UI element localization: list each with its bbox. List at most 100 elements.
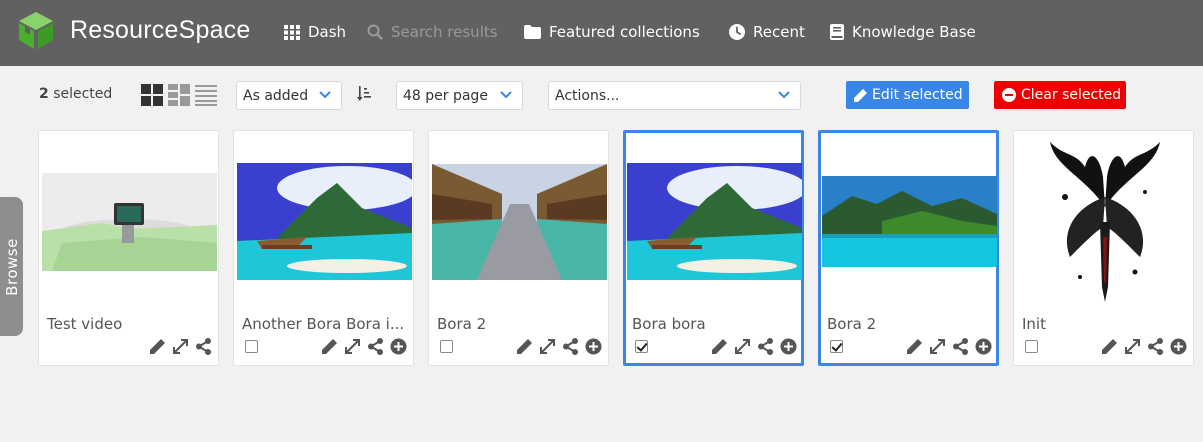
nav-search-results: Search results — [367, 22, 498, 42]
edit-icon[interactable] — [516, 338, 533, 355]
resourcespace-logo-icon[interactable] — [17, 12, 55, 49]
bora-jetty-thumbnail-image — [432, 163, 607, 280]
share-icon[interactable] — [1147, 338, 1164, 355]
resource-actions — [149, 338, 212, 355]
add-to-collection-icon[interactable] — [975, 338, 992, 355]
edit-icon[interactable] — [906, 338, 923, 355]
expand-icon[interactable] — [539, 338, 556, 355]
top-header: ResourceSpace Dash Search results Featur… — [0, 0, 1203, 66]
resource-card[interactable]: Bora bora — [623, 130, 804, 366]
browse-tab-label: Browse — [2, 237, 21, 296]
resource-actions — [711, 338, 797, 355]
folder-icon — [524, 25, 541, 39]
edit-icon[interactable] — [711, 338, 728, 355]
clear-selected-button[interactable]: Clear selected — [994, 81, 1126, 109]
resource-card[interactable]: Another Bora Bora i... — [233, 130, 414, 366]
add-to-collection-icon[interactable] — [780, 338, 797, 355]
nav-search-results-label: Search results — [391, 23, 498, 41]
nav-recent-label: Recent — [753, 23, 805, 41]
resource-actions — [516, 338, 602, 355]
sort-order-select[interactable]: As added — [236, 81, 342, 110]
edit-icon[interactable] — [321, 338, 338, 355]
per-page-select[interactable]: 48 per page — [396, 81, 523, 110]
resource-title[interactable]: Test video — [47, 315, 122, 333]
edit-icon[interactable] — [149, 338, 166, 355]
resource-title[interactable]: Bora bora — [632, 315, 706, 333]
edit-selected-label: Edit selected — [872, 87, 963, 103]
resource-actions — [321, 338, 407, 355]
select-checkbox[interactable] — [440, 340, 453, 353]
clear-selected-label: Clear selected — [1021, 87, 1122, 103]
selected-count: 2 selected — [39, 86, 112, 102]
expand-icon[interactable] — [734, 338, 751, 355]
actions-value: Actions... — [555, 87, 620, 104]
resource-card[interactable]: Init — [1013, 130, 1194, 366]
resource-thumbnail[interactable] — [42, 134, 217, 309]
brand-name[interactable]: ResourceSpace — [70, 16, 250, 45]
resource-thumbnail[interactable] — [627, 134, 802, 309]
sort-direction-icon[interactable] — [357, 86, 373, 102]
resource-title[interactable]: Another Bora Bora i... — [242, 315, 404, 333]
list-view-icon[interactable] — [195, 84, 217, 106]
resource-card[interactable]: Bora 2 — [428, 130, 609, 366]
select-checkbox[interactable] — [1025, 340, 1038, 353]
add-to-collection-icon[interactable] — [1170, 338, 1187, 355]
search-icon — [367, 24, 383, 40]
browse-tab[interactable]: Browse — [0, 197, 23, 336]
edit-icon[interactable] — [1101, 338, 1118, 355]
share-icon[interactable] — [562, 338, 579, 355]
sort-order-value: As added — [243, 87, 309, 104]
clock-icon — [729, 24, 745, 40]
resource-thumbnail[interactable] — [822, 134, 997, 309]
bora-island-thumbnail-image — [822, 176, 997, 267]
share-icon[interactable] — [757, 338, 774, 355]
select-checkbox[interactable] — [245, 340, 258, 353]
minus-circle-icon — [1002, 88, 1016, 102]
resource-title[interactable]: Bora 2 — [437, 315, 486, 333]
chevron-down-icon — [500, 91, 512, 99]
nav-recent[interactable]: Recent — [729, 22, 805, 42]
video-thumbnail-image — [42, 172, 217, 271]
grid-icon — [284, 24, 300, 40]
resource-thumbnail[interactable] — [1017, 134, 1192, 309]
resource-actions — [906, 338, 992, 355]
share-icon[interactable] — [195, 338, 212, 355]
chevron-down-icon — [778, 91, 790, 99]
share-icon[interactable] — [367, 338, 384, 355]
nav-featured-collections[interactable]: Featured collections — [524, 22, 700, 42]
expand-icon[interactable] — [929, 338, 946, 355]
nav-knowledge-base-label: Knowledge Base — [852, 23, 976, 41]
expand-icon[interactable] — [172, 338, 189, 355]
large-thumbnails-view-icon[interactable] — [141, 84, 163, 106]
selected-count-number: 2 — [39, 86, 49, 102]
expand-icon[interactable] — [344, 338, 361, 355]
bora-bora-thumbnail-image — [627, 163, 802, 280]
resource-title[interactable]: Init — [1022, 315, 1046, 333]
add-to-collection-icon[interactable] — [390, 338, 407, 355]
select-checkbox[interactable] — [635, 340, 648, 353]
nav-dash[interactable]: Dash — [284, 22, 346, 42]
edit-selected-button[interactable]: Edit selected — [846, 81, 969, 109]
nav-featured-collections-label: Featured collections — [549, 23, 700, 41]
share-icon[interactable] — [952, 338, 969, 355]
resource-card[interactable]: Bora 2 — [818, 130, 999, 366]
resource-thumbnail[interactable] — [237, 134, 412, 309]
resource-card[interactable]: Test video — [38, 130, 219, 366]
small-thumbnails-view-icon[interactable] — [168, 84, 190, 106]
resource-title[interactable]: Bora 2 — [827, 315, 876, 333]
bora-bora-thumbnail-image — [237, 163, 412, 280]
per-page-value: 48 per page — [403, 87, 488, 104]
nav-dash-label: Dash — [308, 23, 347, 41]
resource-thumbnail[interactable] — [432, 134, 607, 309]
ink-artwork-thumbnail-image — [1044, 136, 1165, 307]
book-icon — [830, 24, 844, 40]
chevron-down-icon — [319, 91, 331, 99]
select-checkbox[interactable] — [830, 340, 843, 353]
selected-count-label: selected — [53, 86, 113, 102]
expand-icon[interactable] — [1124, 338, 1141, 355]
resource-actions — [1101, 338, 1187, 355]
nav-knowledge-base[interactable]: Knowledge Base — [830, 22, 976, 42]
actions-select[interactable]: Actions... — [548, 81, 801, 110]
add-to-collection-icon[interactable] — [585, 338, 602, 355]
pencil-icon — [854, 88, 867, 102]
